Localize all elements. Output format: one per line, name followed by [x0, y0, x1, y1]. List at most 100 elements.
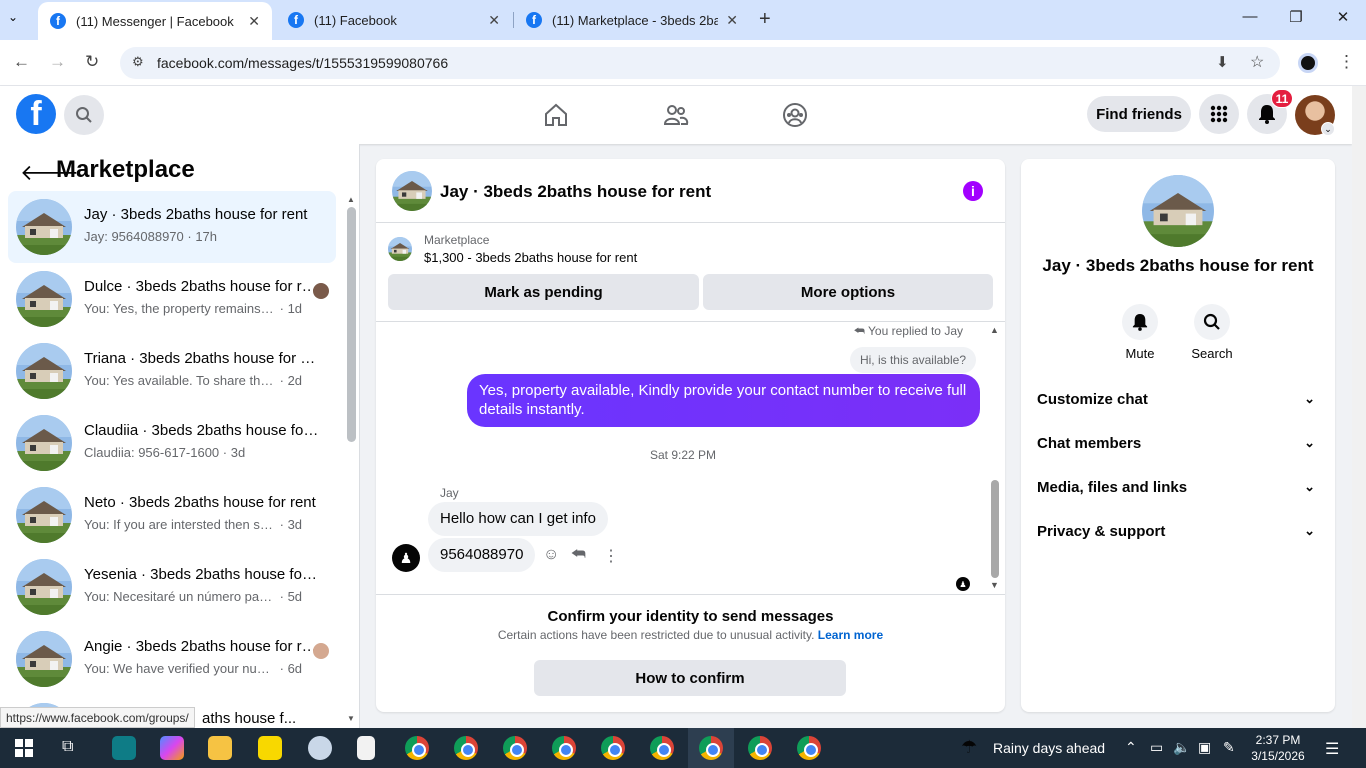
- conversation-preview: Claudiia: 956-617-1600 · 3d: [84, 445, 246, 460]
- scroll-up-icon[interactable]: ▲: [990, 325, 999, 335]
- conversation-preview: You: Yes, the property remains available…: [84, 301, 303, 316]
- menu-grid-icon[interactable]: [1199, 94, 1239, 134]
- privacy-support-section[interactable]: Privacy & support ⌄: [1037, 523, 1319, 540]
- sticky-notes-icon[interactable]: [258, 736, 282, 760]
- read-receipt-avatar: ♟: [956, 577, 970, 591]
- bookmark-star-icon[interactable]: ☆: [1250, 52, 1264, 72]
- minimize-icon[interactable]: —: [1238, 8, 1262, 25]
- conversation-item[interactable]: Neto · 3beds 2baths house for rent You: …: [8, 479, 336, 551]
- chat-details-panel: Jay · 3beds 2baths house for rent Mute S…: [1021, 159, 1335, 712]
- back-icon[interactable]: ←: [13, 52, 30, 72]
- chat-title[interactable]: Jay · 3beds 2baths house for rent: [440, 182, 711, 202]
- scroll-down-icon[interactable]: ▼: [347, 714, 355, 723]
- media-files-links-section[interactable]: Media, files and links ⌄: [1037, 479, 1319, 496]
- chrome-profile-icon[interactable]: [601, 736, 625, 760]
- show-hidden-icons-icon[interactable]: ⌃: [1125, 739, 1137, 756]
- quoted-message[interactable]: Hi, is this available?: [849, 347, 976, 373]
- search-icon[interactable]: [64, 95, 104, 135]
- chrome-profile-icon[interactable]: [552, 736, 576, 760]
- chat-members-section[interactable]: Chat members ⌄: [1037, 435, 1319, 452]
- scroll-down-icon[interactable]: ▼: [990, 580, 999, 590]
- pen-icon[interactable]: ✎: [1223, 739, 1235, 756]
- thread-scrollbar[interactable]: [991, 480, 999, 578]
- details-avatar[interactable]: [1142, 175, 1214, 247]
- forward-icon[interactable]: →: [49, 52, 66, 72]
- battery-icon[interactable]: ▭: [1150, 739, 1163, 756]
- reload-icon[interactable]: ↻: [85, 52, 99, 72]
- conversation-item[interactable]: Claudiia · 3beds 2baths house for rent C…: [8, 407, 336, 479]
- notification-center-icon[interactable]: ☰: [1325, 739, 1339, 759]
- close-tab-icon[interactable]: ✕: [488, 12, 500, 29]
- mark-as-pending-button[interactable]: Mark as pending: [388, 274, 699, 310]
- browser-menu-icon[interactable]: ⋮: [1338, 52, 1355, 72]
- react-emoji-icon[interactable]: ☺: [543, 546, 559, 564]
- scroll-up-icon[interactable]: ▲: [347, 195, 355, 204]
- chrome-profile-icon[interactable]: [748, 736, 772, 760]
- chrome-profile-icon[interactable]: [503, 736, 527, 760]
- facebook-favicon-icon: f: [50, 13, 66, 29]
- learn-more-link[interactable]: Learn more: [818, 628, 883, 642]
- paint-app-icon[interactable]: [308, 736, 332, 760]
- incoming-message[interactable]: 9564088970: [428, 538, 536, 572]
- listing-thumbnail[interactable]: [388, 237, 412, 261]
- address-bar[interactable]: ⚙ facebook.com/messages/t/15553195990807…: [120, 47, 1280, 79]
- windows-start-icon[interactable]: [15, 739, 33, 762]
- weather-text[interactable]: Rainy days ahead: [993, 740, 1105, 756]
- close-window-icon[interactable]: ✕: [1331, 8, 1355, 26]
- mute-button[interactable]: Mute: [1110, 304, 1170, 361]
- profile-icon[interactable]: [1298, 53, 1318, 73]
- sender-avatar[interactable]: ♟: [392, 544, 420, 572]
- tab-facebook[interactable]: f (11) Facebook ✕: [276, 0, 512, 40]
- groups-icon[interactable]: [782, 102, 808, 133]
- volume-icon[interactable]: 🔈: [1173, 739, 1190, 756]
- chevron-down-icon: ⌄: [1304, 523, 1315, 538]
- conversation-avatar: [16, 199, 72, 255]
- conversation-item[interactable]: Jay · 3beds 2baths house for rent Jay: 9…: [8, 191, 336, 263]
- sway-app-icon[interactable]: [112, 736, 136, 760]
- tab-messenger[interactable]: f (11) Messenger | Facebook ✕: [38, 2, 272, 40]
- outgoing-message[interactable]: Yes, property available, Kindly provide …: [467, 374, 980, 427]
- install-app-icon[interactable]: ⬇: [1216, 53, 1229, 71]
- conversation-item[interactable]: Dulce · 3beds 2baths house for rent You:…: [8, 263, 336, 335]
- conversation-item[interactable]: Triana · 3beds 2baths house for rent You…: [8, 335, 336, 407]
- copilot-app-icon[interactable]: [160, 736, 184, 760]
- taskbar-clock[interactable]: 2:37 PM 3/15/2026: [1248, 732, 1308, 764]
- tab-search-icon[interactable]: ⌄: [8, 10, 18, 24]
- chrome-profile-icon[interactable]: [797, 736, 821, 760]
- restore-icon[interactable]: ❐: [1284, 8, 1308, 26]
- task-view-icon[interactable]: ⧉: [62, 738, 73, 756]
- conversation-item[interactable]: Angie · 3beds 2baths house for rent You:…: [8, 623, 336, 695]
- incoming-message[interactable]: Hello how can I get info: [428, 502, 608, 536]
- page-scrollbar[interactable]: [1352, 86, 1366, 728]
- network-icon[interactable]: ▣: [1198, 739, 1211, 756]
- find-friends-button[interactable]: Find friends: [1087, 96, 1191, 132]
- facebook-logo[interactable]: f: [16, 94, 56, 134]
- chrome-active-icon[interactable]: [699, 736, 723, 760]
- account-chevron-down-icon[interactable]: ⌄: [1321, 122, 1335, 136]
- chat-avatar[interactable]: [392, 171, 432, 211]
- chrome-profile-icon[interactable]: [650, 736, 674, 760]
- how-to-confirm-button[interactable]: How to confirm: [534, 660, 846, 696]
- more-actions-icon[interactable]: ⋮: [603, 546, 619, 566]
- tab-marketplace[interactable]: f (11) Marketplace - 3beds 2baths house …: [514, 0, 750, 40]
- reply-icon[interactable]: ⮪: [571, 546, 586, 564]
- home-icon[interactable]: [543, 102, 569, 133]
- notepad-icon[interactable]: [357, 736, 375, 760]
- sidebar-scrollbar[interactable]: [347, 207, 356, 442]
- chrome-icon[interactable]: [405, 736, 429, 760]
- more-options-button[interactable]: More options: [703, 274, 993, 310]
- conversation-item[interactable]: Yesenia · 3beds 2baths house for rent Yo…: [8, 551, 336, 623]
- chrome-profile-icon[interactable]: [454, 736, 478, 760]
- listing-price[interactable]: $1,300 - 3beds 2baths house for rent: [424, 250, 637, 265]
- search-icon: [1194, 304, 1230, 340]
- friends-icon[interactable]: [663, 102, 689, 133]
- site-info-icon[interactable]: ⚙: [132, 54, 144, 70]
- customize-chat-section[interactable]: Customize chat ⌄: [1037, 391, 1319, 408]
- new-tab-icon[interactable]: +: [759, 8, 771, 31]
- search-in-chat-button[interactable]: Search: [1182, 304, 1242, 361]
- close-tab-icon[interactable]: ✕: [248, 13, 260, 30]
- info-icon[interactable]: i: [963, 181, 983, 201]
- file-explorer-icon[interactable]: [208, 736, 232, 760]
- sender-name: Jay: [440, 486, 459, 500]
- close-tab-icon[interactable]: ✕: [726, 12, 738, 29]
